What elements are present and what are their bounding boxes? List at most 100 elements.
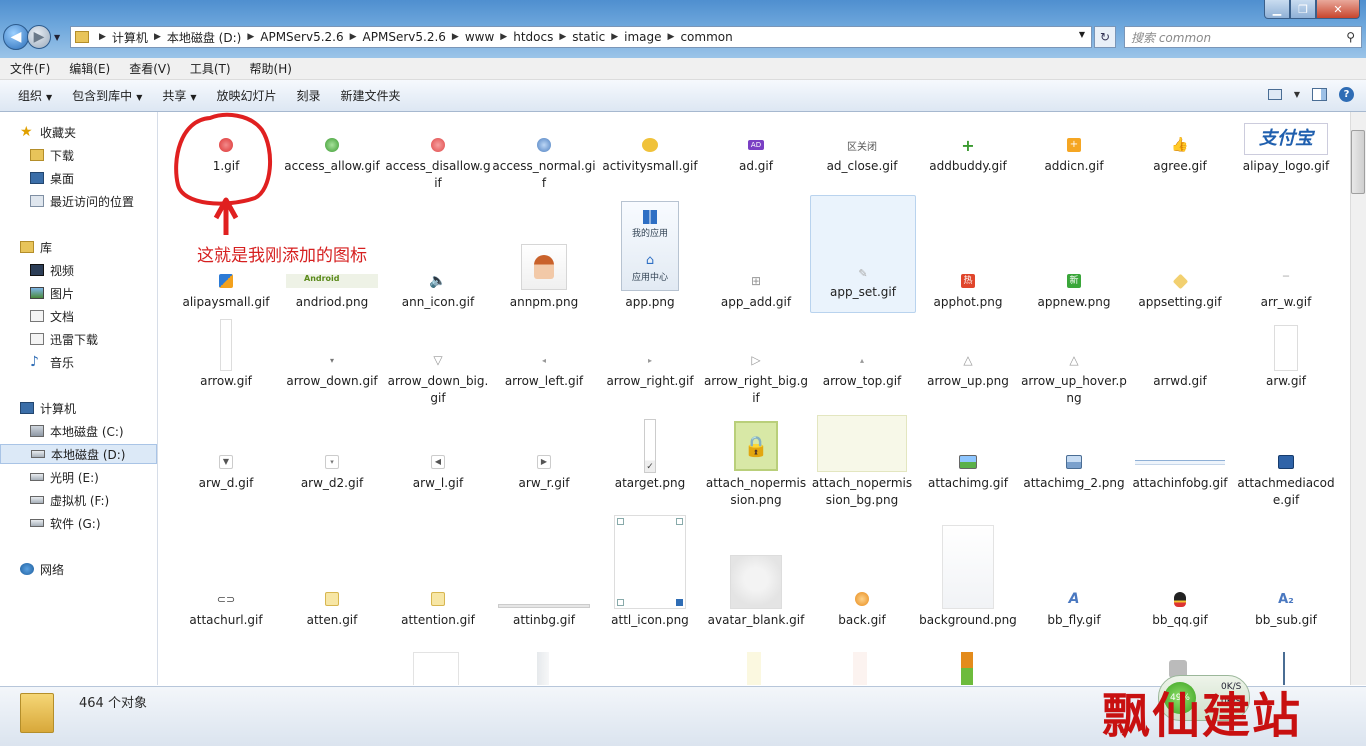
file-item[interactable]: activitysmall.gif [597,132,703,175]
breadcrumb-separator[interactable]: ▶ [154,32,161,42]
file-item[interactable]: annpm.png [491,240,597,311]
address-bar[interactable]: ▶ 计算机 ▶ 本地磁盘 (D:) ▶ APMServ5.2.6 ▶ APMSe… [70,26,1092,48]
sidebar-favorites[interactable]: ★ 收藏夹 [0,122,157,142]
file-item[interactable]: 🔒 attach_nopermission.png [703,416,809,509]
menu-edit[interactable]: 编辑(E) [59,60,119,77]
file-item[interactable]: ▷ arrow_right_big.gif [703,347,809,407]
sidebar-item-documents[interactable]: 文档 [0,306,157,326]
file-item[interactable]: alipaysmall.gif [173,268,279,311]
file-thumbnail-partial[interactable] [537,652,549,685]
breadcrumb-separator[interactable]: ▶ [611,32,618,42]
breadcrumb-www[interactable]: www [465,30,494,44]
preview-pane-icon[interactable] [1312,88,1327,101]
maximize-button[interactable]: ❐ [1290,0,1316,19]
file-item[interactable]: 👍 agree.gif [1127,132,1233,175]
menu-view[interactable]: 查看(V) [119,60,180,77]
file-item[interactable]: ✓ atarget.png [597,416,703,492]
organize-button[interactable]: 组织 ▼ [8,87,62,104]
breadcrumb-computer[interactable]: 计算机 [112,29,148,46]
breadcrumb-apmserv[interactable]: APMServ5.2.6 [260,30,343,44]
file-item[interactable]: access_normal.gif [491,132,597,192]
slideshow-button[interactable]: 放映幻灯片 [207,87,287,104]
file-item[interactable]: attachimg_2.png [1021,449,1127,492]
file-item[interactable]: A₂ bb_sub.gif [1233,586,1339,629]
file-thumbnail-partial[interactable] [747,652,761,685]
file-item[interactable]: attachimg.gif [915,449,1021,492]
file-item[interactable]: ▶ arw_r.gif [491,449,597,492]
address-dropdown[interactable]: ▼ [1079,30,1085,39]
file-item[interactable]: attachinfobg.gif [1127,449,1233,492]
breadcrumb-static[interactable]: static [572,30,605,44]
file-item[interactable]: attl_icon.png [597,512,703,629]
file-item[interactable]: AD ad.gif [703,132,809,175]
file-item[interactable]: access_disallow.gif [385,132,491,192]
scrollbar-thumb[interactable] [1351,130,1365,194]
sidebar-libraries[interactable]: 库 [0,237,157,257]
file-item[interactable]: △ arrow_up_hover.png [1021,347,1127,407]
file-item[interactable]: attachmediacode.gif [1233,449,1339,509]
file-item[interactable]: ▸ arrow_right.gif [597,347,703,390]
recent-pages-dropdown[interactable]: ▼ [54,33,60,42]
sidebar-item-downloads[interactable]: 下载 [0,145,157,165]
file-item[interactable]: + addbuddy.gif [915,132,1021,175]
breadcrumb-common[interactable]: common [680,30,732,44]
sidebar-item-drive-d[interactable]: 本地磁盘 (D:) [0,444,157,464]
file-item[interactable]: ▼ arw_d.gif [173,449,279,492]
breadcrumb-htdocs[interactable]: htdocs [513,30,553,44]
file-item[interactable]: arw.gif [1233,322,1339,390]
file-item[interactable]: arrow.gif [173,316,279,390]
sidebar-item-videos[interactable]: 视频 [0,260,157,280]
view-icon[interactable] [1267,89,1282,100]
breadcrumb-separator[interactable]: ▶ [99,32,106,42]
breadcrumb-separator[interactable]: ▶ [668,32,675,42]
file-thumbnail-partial[interactable] [413,652,459,685]
breadcrumb-separator[interactable]: ▶ [559,32,566,42]
back-button[interactable]: ◀ [3,24,29,50]
menu-file[interactable]: 文件(F) [0,60,59,77]
sidebar-item-thunder-downloads[interactable]: 迅雷下载 [0,329,157,349]
file-item[interactable]: ▴ arrow_top.gif [809,347,915,390]
search-input[interactable]: 搜索 common ⚲ [1124,26,1362,48]
sidebar-item-pictures[interactable]: 图片 [0,283,157,303]
file-item[interactable]: Android andriod.png [279,268,385,311]
refresh-button[interactable]: ↻ [1094,26,1116,48]
sidebar-network[interactable]: 网络 [0,559,157,579]
file-item[interactable]: △ arrow_up.png [915,347,1021,390]
sidebar-item-desktop[interactable]: 桌面 [0,168,157,188]
file-item[interactable]: back.gif [809,586,915,629]
sidebar-item-music[interactable]: ♪ 音乐 [0,352,157,372]
menu-tools[interactable]: 工具(T) [180,60,240,77]
minimize-button[interactable]: ▁ [1264,0,1290,19]
search-icon[interactable]: ⚲ [1346,30,1355,44]
breadcrumb-apmserv-inner[interactable]: APMServ5.2.6 [363,30,446,44]
file-item[interactable]: bb_qq.gif [1127,586,1233,629]
close-button[interactable]: ✕ [1316,0,1360,19]
file-item-selected[interactable]: ✎ app_set.gif [810,195,916,313]
file-item[interactable]: 支付宝 alipay_logo.gif [1233,120,1339,175]
sidebar-item-drive-e[interactable]: 光明 (E:) [0,467,157,487]
file-item[interactable]: arrwd.gif [1127,347,1233,390]
breadcrumb-image[interactable]: image [624,30,661,44]
help-icon[interactable]: ? [1339,87,1354,102]
file-item[interactable]: ⊂⊃ attachurl.gif [173,586,279,629]
forward-button[interactable]: ▶ [27,25,51,49]
menu-help[interactable]: 帮助(H) [240,60,301,77]
include-in-library-button[interactable]: 包含到库中 ▼ [62,87,152,104]
file-item[interactable]: 区关闭 ad_close.gif [809,132,915,175]
sidebar-item-drive-f[interactable]: 虚拟机 (F:) [0,490,157,510]
file-item[interactable]: appsetting.gif [1127,268,1233,311]
file-item[interactable]: background.png [915,522,1021,629]
file-item[interactable]: ◀ arw_l.gif [385,449,491,492]
file-item[interactable]: 热 apphot.png [915,268,1021,311]
file-thumbnail-partial[interactable] [853,652,867,685]
file-item[interactable]: ▾ arw_d2.gif [279,449,385,492]
file-item[interactable]: attinbg.gif [491,586,597,629]
file-item[interactable]: 我的应用 ⌂ 应用中心 app.png [597,198,703,311]
burn-button[interactable]: 刻录 [287,87,331,104]
share-button[interactable]: 共享 ▼ [152,87,206,104]
view-dropdown[interactable]: ▼ [1294,90,1300,99]
file-item[interactable]: ⊞ app_add.gif [703,268,809,311]
vertical-scrollbar[interactable] [1350,112,1366,685]
file-item[interactable]: ‾ arr_w.gif [1233,268,1339,311]
file-item[interactable]: ▽ arrow_down_big.gif [385,347,491,407]
